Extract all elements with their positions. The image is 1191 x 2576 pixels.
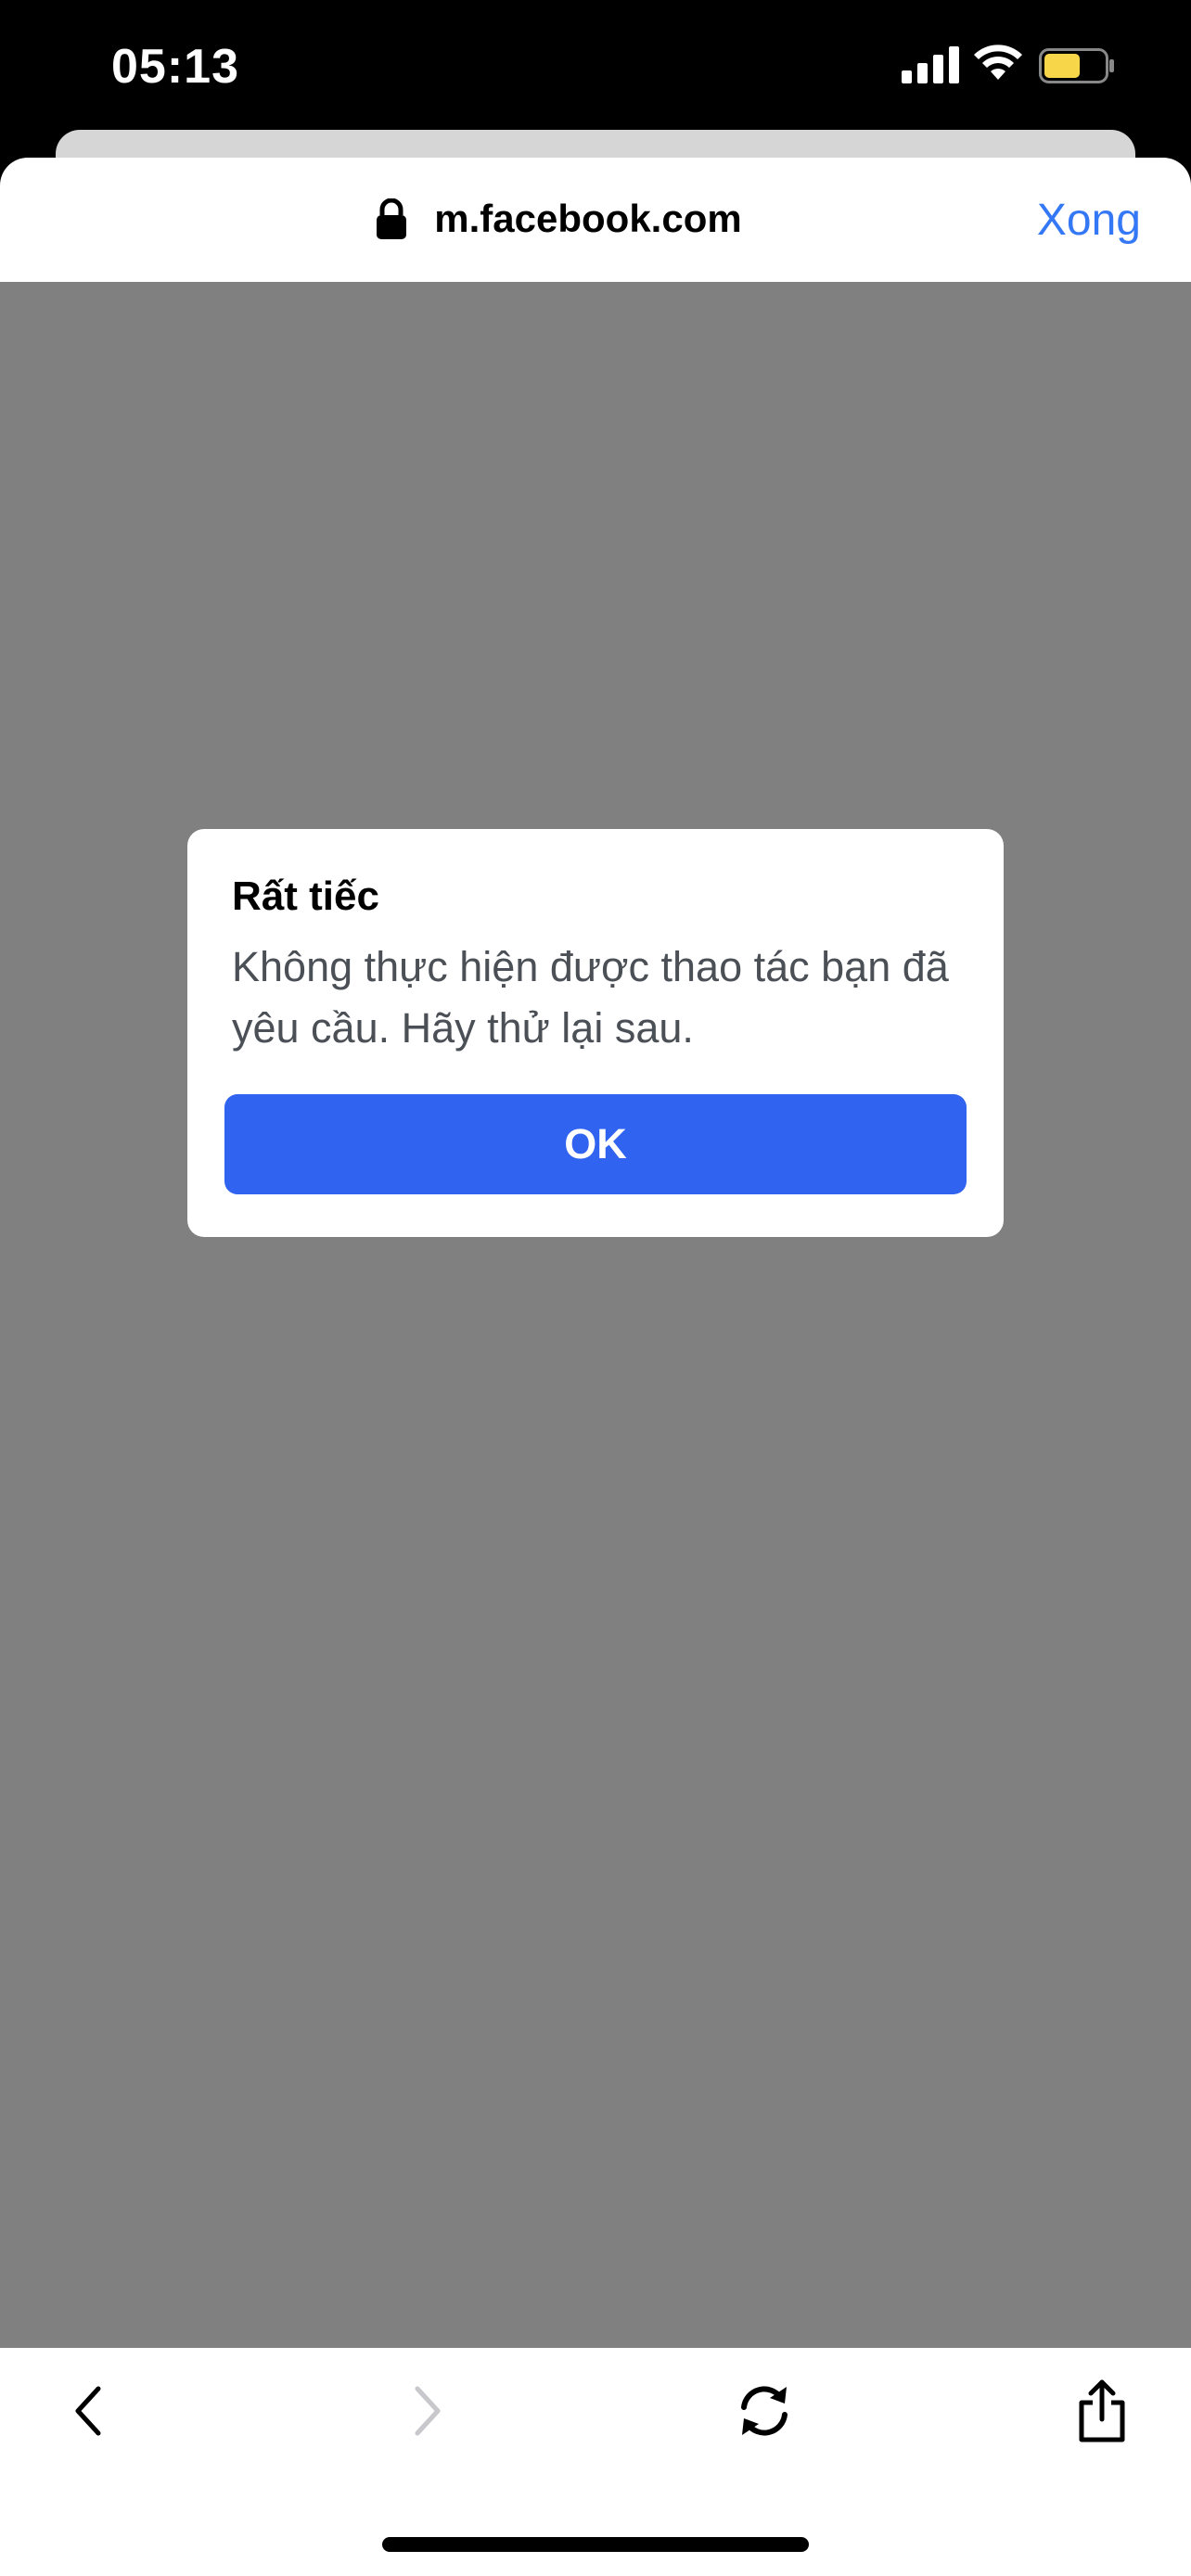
share-button[interactable] [1065,2374,1139,2448]
reload-icon [741,2386,788,2436]
reload-button[interactable] [727,2374,801,2448]
dialog-message: Không thực hiện được thao tác bạn đã yêu… [232,943,949,1052]
home-indicator[interactable] [382,2537,809,2552]
back-chevron-icon [75,2386,101,2436]
forward-chevron-icon [415,2386,441,2436]
lock-icon [377,198,407,239]
done-button[interactable]: Xong [1037,195,1141,246]
cellular-signal-icon [902,46,959,83]
wifi-icon [974,45,1022,80]
browser-header: m.facebook.com Xong [0,158,1191,282]
battery-icon [1039,48,1114,83]
address-bar: m.facebook.com [0,197,1191,241]
dialog-title: Rất tiếc [232,874,379,919]
error-dialog: Rất tiếc Không thực hiện được thao tác b… [187,829,1004,1237]
url-text: m.facebook.com [434,197,742,240]
status-time: 05:13 [111,40,239,94]
page-content-overlay [0,282,1191,2348]
share-icon [1079,2379,1125,2442]
back-button[interactable] [52,2374,126,2448]
status-bar: 05:13 [0,0,1191,130]
forward-button[interactable] [390,2374,464,2448]
ok-button[interactable]: OK [224,1094,967,1194]
